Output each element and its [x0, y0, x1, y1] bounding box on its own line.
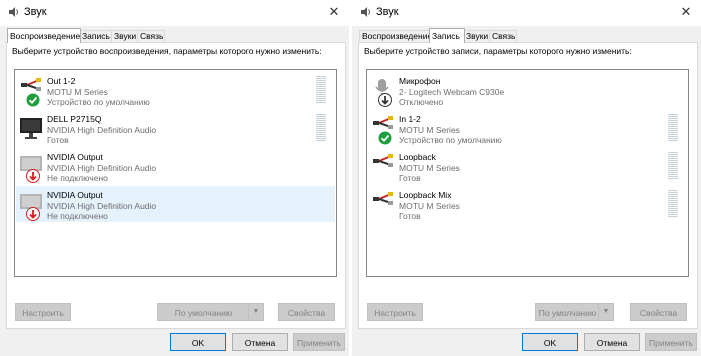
device-name: NVIDIA Output: [47, 190, 103, 200]
device-item-selected[interactable]: NVIDIA Output NVIDIA High Definition Aud…: [16, 186, 335, 222]
disconnected-arrow-icon: [26, 207, 40, 221]
device-list[interactable]: Микрофон 2- Logitech Webcam C930e Отключ…: [366, 69, 689, 277]
device-driver: MOTU M Series: [399, 125, 460, 135]
window-title: Звук: [376, 6, 399, 18]
speaker-icon: [361, 7, 370, 17]
instruction-text: Выберите устройство записи, параметры ко…: [364, 46, 632, 56]
level-meter: [668, 114, 678, 142]
tab-communications[interactable]: Связь: [137, 30, 165, 42]
ok-button[interactable]: OK: [170, 333, 226, 351]
dropdown-arrow-icon[interactable]: ▼: [248, 304, 263, 320]
device-status: Отключено: [399, 97, 444, 107]
tab-sounds[interactable]: Звуки: [463, 30, 491, 42]
default-check-icon: [26, 93, 40, 107]
device-status: Не подключено: [47, 173, 108, 183]
apply-button[interactable]: Применить: [645, 333, 697, 351]
device-item[interactable]: NVIDIA Output NVIDIA High Definition Aud…: [16, 148, 335, 184]
configure-button[interactable]: Настроить: [367, 303, 423, 321]
device-status: Устройство по умолчанию: [399, 135, 502, 145]
device-status: Готов: [47, 135, 69, 145]
tab-playback[interactable]: Воспроизведение: [359, 30, 432, 42]
tab-panel: Выберите устройство записи, параметры ко…: [358, 42, 698, 329]
tab-sounds[interactable]: Звуки: [111, 30, 139, 42]
window-title: Звук: [24, 6, 47, 18]
level-meter: [316, 114, 326, 142]
device-driver: 2- Logitech Webcam C930e: [399, 87, 505, 97]
sound-dialog-recording: Звук ✕ Воспроизведение Запись Звуки Связ…: [352, 0, 701, 356]
tab-playback[interactable]: Воспроизведение: [7, 28, 81, 43]
sound-dialog-playback: Звук ✕ Воспроизведение Запись Звуки Связ…: [0, 0, 349, 356]
apply-button[interactable]: Применить: [293, 333, 345, 351]
device-status: Готов: [399, 211, 421, 221]
tab-communications[interactable]: Связь: [489, 30, 517, 42]
device-status: Устройство по умолчанию: [47, 97, 150, 107]
tab-panel: Выберите устройство воспроизведения, пар…: [6, 42, 346, 329]
monitor-icon: [20, 118, 42, 139]
disabled-arrow-icon: [378, 93, 392, 107]
speaker-icon: [9, 7, 18, 17]
set-default-button[interactable]: По умолчанию ▼: [535, 303, 614, 321]
disconnected-arrow-icon: [26, 169, 40, 183]
instruction-text: Выберите устройство воспроизведения, пар…: [12, 46, 322, 56]
device-item[interactable]: In 1-2 MOTU M Series Устройство по умолч…: [368, 110, 687, 146]
device-item[interactable]: Loopback Mix MOTU M Series Готов: [368, 186, 687, 222]
device-name: Микрофон: [399, 76, 441, 86]
device-name: DELL P2715Q: [47, 114, 102, 124]
set-default-label: По умолчанию: [174, 308, 233, 318]
dropdown-arrow-icon[interactable]: ▼: [598, 304, 613, 320]
device-status: Готов: [399, 173, 421, 183]
line-in-cable-icon: [373, 192, 393, 205]
device-status: Не подключено: [47, 211, 108, 221]
level-meter: [668, 152, 678, 180]
device-name: Loopback: [399, 152, 436, 162]
level-meter: [668, 190, 678, 218]
device-name: Out 1-2: [47, 76, 76, 86]
device-name: NVIDIA Output: [47, 152, 103, 162]
line-in-cable-icon: [373, 154, 393, 167]
cancel-button[interactable]: Отмена: [584, 333, 640, 351]
device-name: Loopback Mix: [399, 190, 452, 200]
close-button[interactable]: ✕: [319, 0, 349, 24]
device-item[interactable]: Микрофон 2- Logitech Webcam C930e Отключ…: [368, 72, 687, 108]
device-driver: NVIDIA High Definition Audio: [47, 163, 157, 173]
title-bar: Звук ✕: [0, 0, 349, 26]
device-driver: NVIDIA High Definition Audio: [47, 201, 157, 211]
configure-button[interactable]: Настроить: [15, 303, 71, 321]
default-check-icon: [378, 131, 392, 145]
device-item[interactable]: DELL P2715Q NVIDIA High Definition Audio…: [16, 110, 335, 146]
ok-button[interactable]: OK: [522, 333, 578, 351]
cancel-button[interactable]: Отмена: [232, 333, 288, 351]
device-item[interactable]: Out 1-2 MOTU M Series Устройство по умол…: [16, 72, 335, 108]
device-driver: MOTU M Series: [47, 87, 108, 97]
device-driver: MOTU M Series: [399, 201, 460, 211]
properties-button[interactable]: Свойства: [278, 303, 335, 321]
properties-button[interactable]: Свойства: [630, 303, 687, 321]
tab-recording[interactable]: Запись: [79, 30, 113, 42]
set-default-label: По умолчанию: [538, 308, 597, 318]
level-meter: [316, 76, 326, 104]
device-list[interactable]: Out 1-2 MOTU M Series Устройство по умол…: [14, 69, 337, 277]
device-driver: NVIDIA High Definition Audio: [47, 125, 157, 135]
set-default-button[interactable]: По умолчанию ▼: [157, 303, 264, 321]
device-item[interactable]: Loopback MOTU M Series Готов: [368, 148, 687, 184]
tab-recording[interactable]: Запись: [429, 28, 465, 43]
device-driver: MOTU M Series: [399, 163, 460, 173]
close-button[interactable]: ✕: [671, 0, 701, 24]
title-bar: Звук ✕: [352, 0, 701, 26]
device-name: In 1-2: [399, 114, 421, 124]
